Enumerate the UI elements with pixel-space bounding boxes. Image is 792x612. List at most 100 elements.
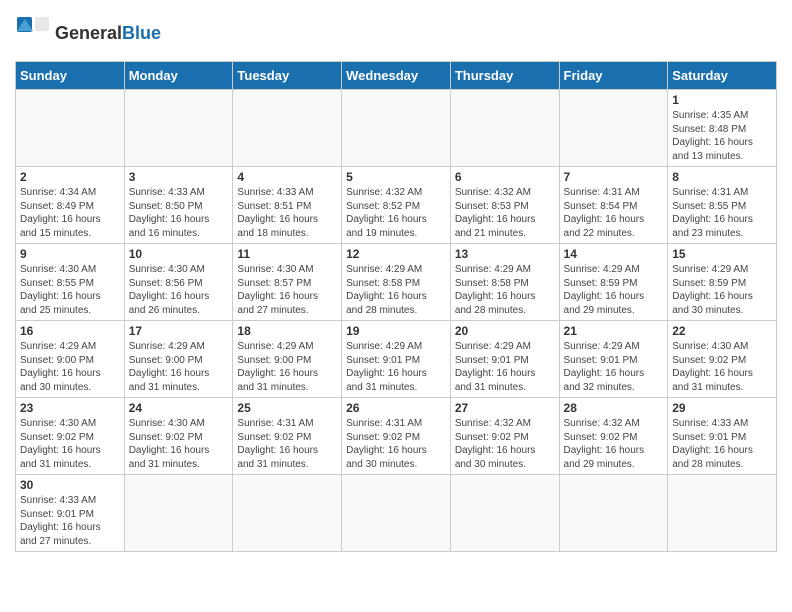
calendar-day	[342, 90, 451, 167]
day-number: 12	[346, 247, 446, 261]
calendar-week-3: 9 Sunrise: 4:30 AM Sunset: 8:55 PM Daylig…	[16, 244, 777, 321]
day-info: Sunrise: 4:29 AM Sunset: 8:59 PM Dayligh…	[564, 263, 664, 317]
calendar-day: 12 Sunrise: 4:29 AM Sunset: 8:58 PM Dayli…	[342, 244, 451, 321]
calendar-day	[233, 90, 342, 167]
calendar-day: 23Sunrise: 4:30 AM Sunset: 9:02 PM Dayli…	[16, 398, 125, 475]
calendar-day: 24 Sunrise: 4:30 AM Sunset: 9:02 PM Dayli…	[124, 398, 233, 475]
day-info: Sunrise: 4:29 AM Sunset: 8:58 PM Dayligh…	[455, 263, 555, 317]
calendar-day	[450, 90, 559, 167]
day-info: Sunrise: 4:29 AM Sunset: 8:58 PM Dayligh…	[346, 263, 446, 317]
day-info: Sunrise: 4:31 AM Sunset: 8:54 PM Dayligh…	[564, 186, 664, 240]
day-info: Sunrise: 4:33 AM Sunset: 8:50 PM Dayligh…	[129, 186, 229, 240]
calendar-day: 28 Sunrise: 4:32 AM Sunset: 9:02 PM Dayli…	[559, 398, 668, 475]
day-number: 7	[564, 170, 664, 184]
calendar-day	[233, 475, 342, 552]
day-info: Sunrise: 4:30 AM Sunset: 9:02 PM Dayligh…	[672, 340, 772, 394]
logo-blue-text: Blue	[122, 23, 161, 43]
weekday-header-wednesday: Wednesday	[342, 62, 451, 90]
calendar-day: 27Sunrise: 4:32 AM Sunset: 9:02 PM Dayli…	[450, 398, 559, 475]
calendar-day: 22 Sunrise: 4:30 AM Sunset: 9:02 PM Dayli…	[668, 321, 777, 398]
day-number: 21	[564, 324, 664, 338]
day-number: 5	[346, 170, 446, 184]
weekday-header-saturday: Saturday	[668, 62, 777, 90]
calendar-day	[559, 90, 668, 167]
day-number: 6	[455, 170, 555, 184]
calendar-day: 9 Sunrise: 4:30 AM Sunset: 8:55 PM Daylig…	[16, 244, 125, 321]
day-info: Sunrise: 4:31 AM Sunset: 9:02 PM Dayligh…	[237, 417, 337, 471]
day-info: Sunrise: 4:30 AM Sunset: 8:56 PM Dayligh…	[129, 263, 229, 317]
day-number: 28	[564, 401, 664, 415]
calendar-day: 21 Sunrise: 4:29 AM Sunset: 9:01 PM Dayli…	[559, 321, 668, 398]
day-number: 8	[672, 170, 772, 184]
day-number: 15	[672, 247, 772, 261]
calendar-day: 5Sunrise: 4:32 AM Sunset: 8:52 PM Daylig…	[342, 167, 451, 244]
calendar-day: 1Sunrise: 4:35 AM Sunset: 8:48 PM Daylig…	[668, 90, 777, 167]
day-number: 11	[237, 247, 337, 261]
day-info: Sunrise: 4:29 AM Sunset: 9:01 PM Dayligh…	[564, 340, 664, 394]
calendar-day: 13 Sunrise: 4:29 AM Sunset: 8:58 PM Dayli…	[450, 244, 559, 321]
calendar-day: 6Sunrise: 4:32 AM Sunset: 8:53 PM Daylig…	[450, 167, 559, 244]
day-info: Sunrise: 4:35 AM Sunset: 8:48 PM Dayligh…	[672, 109, 772, 163]
day-info: Sunrise: 4:32 AM Sunset: 9:02 PM Dayligh…	[455, 417, 555, 471]
logo-svg	[15, 15, 51, 51]
calendar-day: 16 Sunrise: 4:29 AM Sunset: 9:00 PM Dayli…	[16, 321, 125, 398]
day-number: 16	[20, 324, 120, 338]
calendar-week-1: 1Sunrise: 4:35 AM Sunset: 8:48 PM Daylig…	[16, 90, 777, 167]
day-number: 20	[455, 324, 555, 338]
day-info: Sunrise: 4:30 AM Sunset: 8:57 PM Dayligh…	[237, 263, 337, 317]
calendar-day: 8Sunrise: 4:31 AM Sunset: 8:55 PM Daylig…	[668, 167, 777, 244]
calendar-day: 3 Sunrise: 4:33 AM Sunset: 8:50 PM Daylig…	[124, 167, 233, 244]
day-number: 25	[237, 401, 337, 415]
day-number: 14	[564, 247, 664, 261]
day-info: Sunrise: 4:29 AM Sunset: 9:00 PM Dayligh…	[20, 340, 120, 394]
calendar-day	[559, 475, 668, 552]
calendar-day: 4 Sunrise: 4:33 AM Sunset: 8:51 PM Daylig…	[233, 167, 342, 244]
calendar-day: 10Sunrise: 4:30 AM Sunset: 8:56 PM Dayli…	[124, 244, 233, 321]
day-number: 2	[20, 170, 120, 184]
day-info: Sunrise: 4:29 AM Sunset: 8:59 PM Dayligh…	[672, 263, 772, 317]
weekday-header-tuesday: Tuesday	[233, 62, 342, 90]
day-info: Sunrise: 4:33 AM Sunset: 9:01 PM Dayligh…	[20, 494, 120, 548]
calendar-day: 2 Sunrise: 4:34 AM Sunset: 8:49 PM Daylig…	[16, 167, 125, 244]
calendar-day: 25 Sunrise: 4:31 AM Sunset: 9:02 PM Dayli…	[233, 398, 342, 475]
day-number: 4	[237, 170, 337, 184]
weekday-header-monday: Monday	[124, 62, 233, 90]
day-number: 3	[129, 170, 229, 184]
logo-general-text: General	[55, 23, 122, 43]
day-info: Sunrise: 4:31 AM Sunset: 9:02 PM Dayligh…	[346, 417, 446, 471]
calendar-day: 17 Sunrise: 4:29 AM Sunset: 9:00 PM Dayli…	[124, 321, 233, 398]
calendar-day: 14 Sunrise: 4:29 AM Sunset: 8:59 PM Dayli…	[559, 244, 668, 321]
calendar-week-6: 30Sunrise: 4:33 AM Sunset: 9:01 PM Dayli…	[16, 475, 777, 552]
calendar-day: 20 Sunrise: 4:29 AM Sunset: 9:01 PM Dayli…	[450, 321, 559, 398]
calendar-day	[342, 475, 451, 552]
day-info: Sunrise: 4:29 AM Sunset: 9:00 PM Dayligh…	[237, 340, 337, 394]
day-info: Sunrise: 4:30 AM Sunset: 9:02 PM Dayligh…	[20, 417, 120, 471]
calendar-day: 15 Sunrise: 4:29 AM Sunset: 8:59 PM Dayli…	[668, 244, 777, 321]
day-info: Sunrise: 4:32 AM Sunset: 9:02 PM Dayligh…	[564, 417, 664, 471]
day-number: 13	[455, 247, 555, 261]
day-info: Sunrise: 4:33 AM Sunset: 8:51 PM Dayligh…	[237, 186, 337, 240]
calendar-week-4: 16 Sunrise: 4:29 AM Sunset: 9:00 PM Dayli…	[16, 321, 777, 398]
calendar-day: 29Sunrise: 4:33 AM Sunset: 9:01 PM Dayli…	[668, 398, 777, 475]
calendar-week-5: 23Sunrise: 4:30 AM Sunset: 9:02 PM Dayli…	[16, 398, 777, 475]
weekday-header-row: SundayMondayTuesdayWednesdayThursdayFrid…	[16, 62, 777, 90]
calendar-day: 11 Sunrise: 4:30 AM Sunset: 8:57 PM Dayli…	[233, 244, 342, 321]
day-number: 29	[672, 401, 772, 415]
calendar-day	[668, 475, 777, 552]
day-info: Sunrise: 4:34 AM Sunset: 8:49 PM Dayligh…	[20, 186, 120, 240]
day-info: Sunrise: 4:29 AM Sunset: 9:00 PM Dayligh…	[129, 340, 229, 394]
calendar-day: 18Sunrise: 4:29 AM Sunset: 9:00 PM Dayli…	[233, 321, 342, 398]
calendar-day	[450, 475, 559, 552]
calendar-week-2: 2 Sunrise: 4:34 AM Sunset: 8:49 PM Daylig…	[16, 167, 777, 244]
day-number: 17	[129, 324, 229, 338]
day-info: Sunrise: 4:30 AM Sunset: 9:02 PM Dayligh…	[129, 417, 229, 471]
day-number: 9	[20, 247, 120, 261]
day-number: 26	[346, 401, 446, 415]
day-info: Sunrise: 4:29 AM Sunset: 9:01 PM Dayligh…	[455, 340, 555, 394]
day-info: Sunrise: 4:30 AM Sunset: 8:55 PM Dayligh…	[20, 263, 120, 317]
calendar-table: SundayMondayTuesdayWednesdayThursdayFrid…	[15, 61, 777, 552]
day-number: 24	[129, 401, 229, 415]
weekday-header-friday: Friday	[559, 62, 668, 90]
day-number: 22	[672, 324, 772, 338]
day-info: Sunrise: 4:29 AM Sunset: 9:01 PM Dayligh…	[346, 340, 446, 394]
